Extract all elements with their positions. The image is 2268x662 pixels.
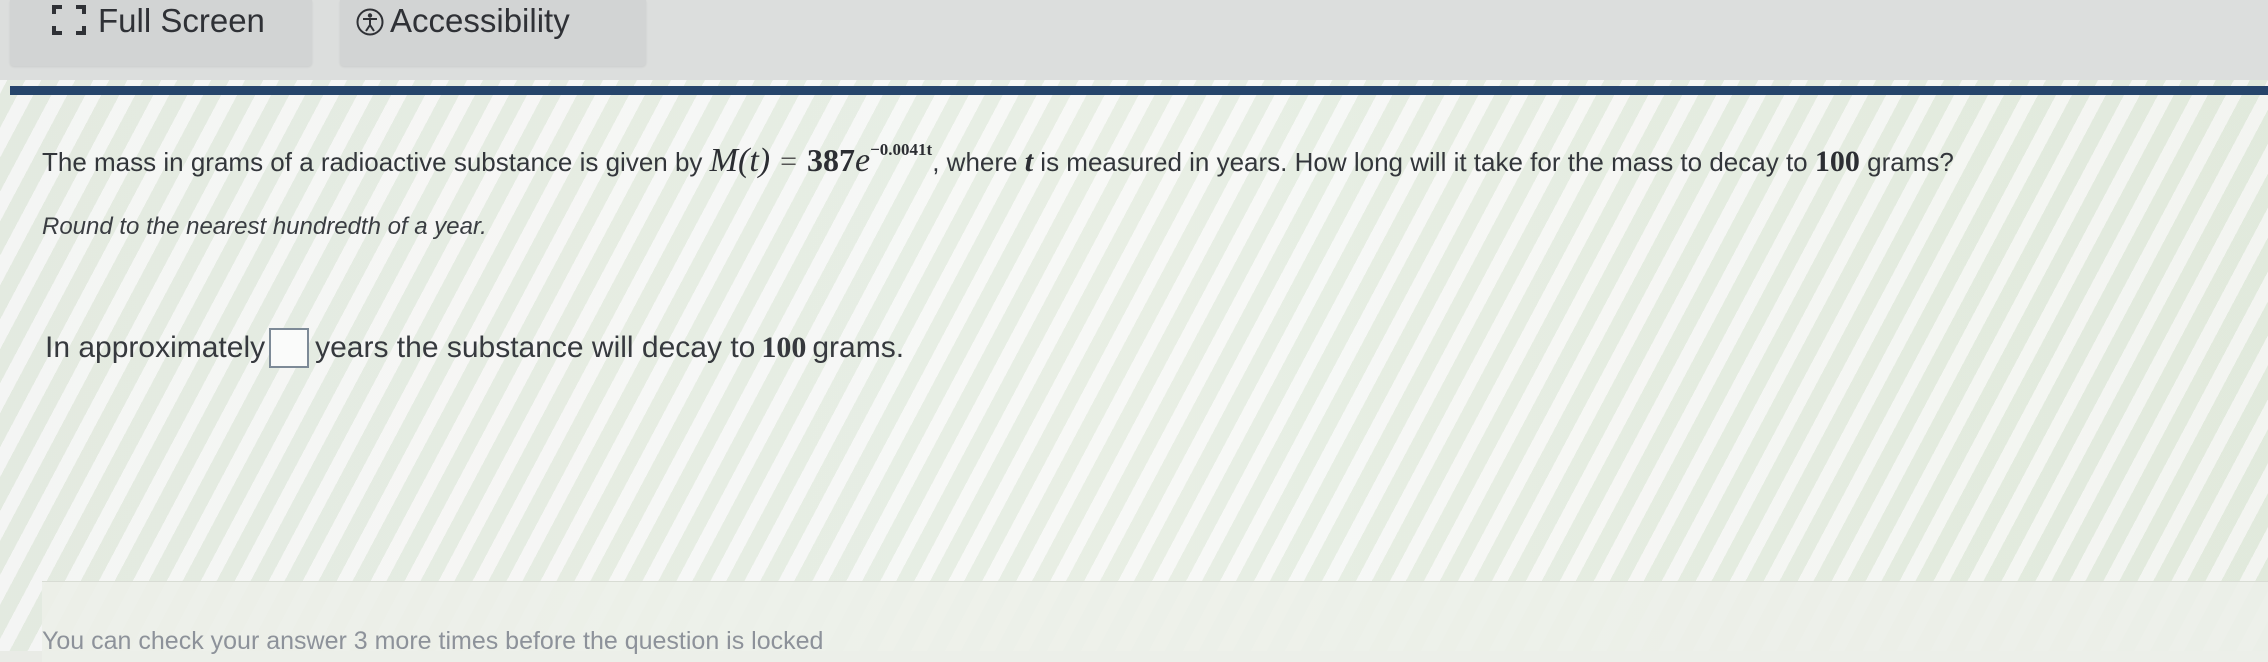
attempts-remaining-text: You can check your answer 3 more times b… (42, 627, 824, 655)
header-divider (10, 86, 2268, 95)
target-mass: 100 (1814, 145, 1860, 178)
answer-suffix-2: grams. (812, 331, 905, 364)
fullscreen-button[interactable]: Full Screen (10, 0, 312, 66)
answer-prefix: In approximately (45, 331, 266, 364)
accessibility-icon (356, 8, 384, 36)
answer-suffix-1: years the substance will decay to (315, 331, 756, 364)
question-text: The mass in grams of a radioactive subst… (42, 140, 1954, 180)
fullscreen-label: Full Screen (98, 2, 265, 39)
question-tail-1: , where (932, 147, 1018, 177)
accessibility-label: Accessibility (390, 2, 570, 39)
equals-sign: = (780, 145, 798, 178)
question-tail-2: is measured in years. How long will it t… (1040, 147, 1808, 177)
answer-target-mass: 100 (761, 331, 807, 364)
question-panel: The mass in grams of a radioactive subst… (0, 95, 2268, 662)
question-lead: The mass in grams of a radioactive subst… (42, 147, 703, 177)
exponent: −0.0041t (870, 140, 933, 159)
answer-sentence: In approximately years the substance wil… (45, 328, 904, 368)
coefficient: 387 (807, 142, 856, 178)
toolbar: Full Screen Accessibility (0, 0, 2268, 80)
rounding-instruction: Round to the nearest hundredth of a year… (42, 213, 487, 240)
answer-input[interactable] (269, 328, 310, 368)
question-tail-3: grams? (1867, 147, 1954, 177)
time-variable: t (1024, 145, 1034, 178)
function-notation: M(t) (709, 142, 771, 179)
fullscreen-icon (52, 5, 86, 35)
exponential-base: e (855, 142, 871, 179)
accessibility-button[interactable]: Accessibility (340, 0, 646, 66)
